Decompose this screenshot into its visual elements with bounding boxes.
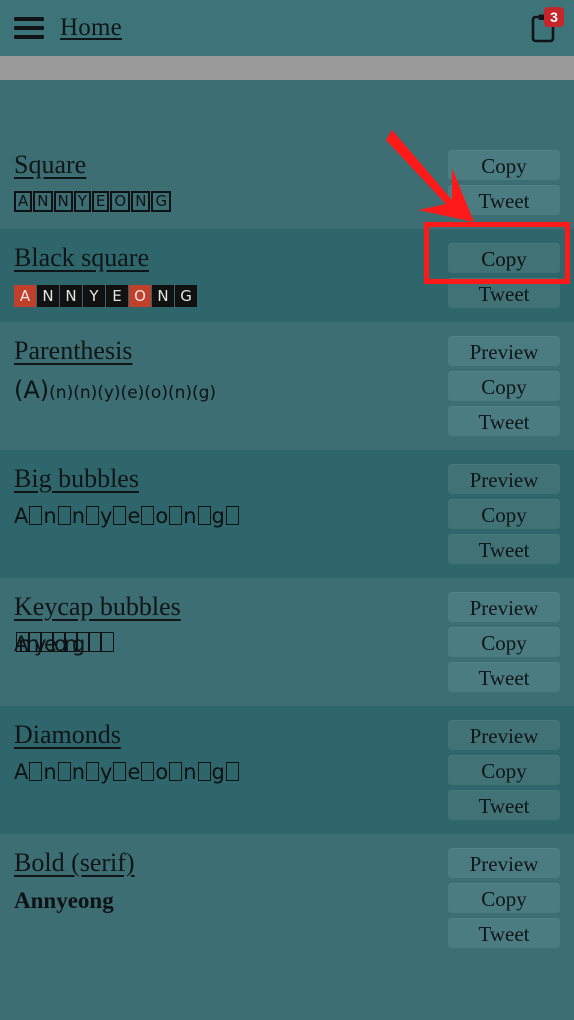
row-title[interactable]: Keycap bubbles xyxy=(14,592,181,621)
copy-button[interactable]: Copy xyxy=(448,755,560,785)
square-letter: N xyxy=(131,191,151,213)
clipboard-button[interactable]: 3 xyxy=(516,7,564,45)
row-preview-black-square: ANNYEONG xyxy=(14,282,448,307)
tweet-button[interactable]: Tweet xyxy=(448,406,560,436)
row-title[interactable]: Square xyxy=(14,150,86,179)
black-square-letter: G xyxy=(175,284,197,307)
missing-glyph-box xyxy=(141,762,155,782)
row-title[interactable]: Bold (serif) xyxy=(14,848,135,877)
tweet-button[interactable]: Tweet xyxy=(448,534,560,564)
square-letter: O xyxy=(110,191,131,213)
square-letter: N xyxy=(33,191,53,213)
row-title[interactable]: Parenthesis xyxy=(14,336,132,365)
copy-button[interactable]: Copy xyxy=(448,627,560,657)
square-letter: N xyxy=(53,191,73,213)
app-bar: Home 3 xyxy=(0,0,574,56)
list-row-black-square: Black square ANNYEONG Copy Tweet xyxy=(0,229,574,322)
tweet-button[interactable]: Tweet xyxy=(448,185,560,215)
preview-button[interactable]: Preview xyxy=(448,592,560,622)
row-actions: Preview Copy Tweet xyxy=(448,718,560,820)
row-preview-parenthesis: (A)(n)(n)(y)(e)(o)(n)(g) xyxy=(14,375,448,405)
missing-glyph-box xyxy=(100,632,114,653)
black-square-letter: E xyxy=(106,284,128,307)
copy-button[interactable]: Copy xyxy=(448,883,560,913)
row-preview-bold-serif: Annyeong xyxy=(14,888,114,914)
row-content: Bold (serif) Annyeong xyxy=(8,846,448,916)
row-title[interactable]: Black square xyxy=(14,243,149,272)
list-row-diamonds: Diamonds Annyeong Preview Copy Tweet xyxy=(0,706,574,834)
hamburger-bar xyxy=(14,17,44,21)
row-actions: Copy Tweet xyxy=(448,148,560,215)
black-square-letter: N xyxy=(37,284,59,307)
missing-glyph-box xyxy=(169,506,183,526)
missing-glyph-box xyxy=(169,762,183,782)
black-square-letter: N xyxy=(60,284,82,307)
font-style-list: Square ANNYEONG Copy Tweet Black square … xyxy=(0,56,574,962)
missing-glyph-box xyxy=(57,762,71,782)
row-actions: Preview Copy Tweet xyxy=(448,334,560,436)
preview-button[interactable]: Preview xyxy=(448,464,560,494)
list-row-square: Square ANNYEONG Copy Tweet xyxy=(0,136,574,229)
row-content: Diamonds Annyeong xyxy=(8,718,448,785)
clipboard-badge: 3 xyxy=(544,7,564,27)
missing-glyph-box xyxy=(86,506,99,526)
row-preview-diamonds: Annyeong xyxy=(14,759,448,785)
copy-button[interactable]: Copy xyxy=(448,150,560,180)
hamburger-bar xyxy=(14,35,44,39)
row-title[interactable]: Diamonds xyxy=(14,720,121,749)
row-title[interactable]: Big bubbles xyxy=(14,464,139,493)
missing-glyph-box xyxy=(225,506,239,526)
copy-button[interactable]: Copy xyxy=(448,371,560,401)
row-actions: Preview Copy Tweet xyxy=(448,846,560,948)
missing-glyph-box xyxy=(225,762,239,782)
row-preview-big-bubbles: Annyeong xyxy=(14,503,448,529)
row-content: Square ANNYEONG xyxy=(8,148,448,213)
missing-glyph-box xyxy=(197,506,211,526)
list-row-keycap-bubbles: Keycap bubbles A n n y e o n g Preview C… xyxy=(0,578,574,706)
missing-glyph-box xyxy=(57,506,71,526)
missing-glyph-box xyxy=(86,762,99,782)
black-square-letter: O xyxy=(129,284,151,307)
row-actions: Preview Copy Tweet xyxy=(448,590,560,692)
hamburger-bar xyxy=(14,26,44,30)
row-content: Parenthesis (A)(n)(n)(y)(e)(o)(n)(g) xyxy=(8,334,448,405)
tweet-button[interactable]: Tweet xyxy=(448,790,560,820)
copy-button[interactable]: Copy xyxy=(448,499,560,529)
missing-glyph-box xyxy=(141,506,155,526)
tweet-button[interactable]: Tweet xyxy=(448,278,560,308)
row-content: Keycap bubbles A n n y e o n g xyxy=(8,590,448,657)
missing-glyph-box xyxy=(113,762,127,782)
black-square-letter: Y xyxy=(83,284,105,307)
copy-button-black-square[interactable]: Copy xyxy=(448,243,560,273)
missing-glyph-box xyxy=(197,762,211,782)
missing-glyph-box xyxy=(113,506,127,526)
tweet-button[interactable]: Tweet xyxy=(448,662,560,692)
tweet-button[interactable]: Tweet xyxy=(448,918,560,948)
list-row-bold-serif: Bold (serif) Annyeong Preview Copy Tweet xyxy=(0,834,574,962)
missing-glyph-box xyxy=(29,762,43,782)
square-letter: Y xyxy=(73,191,91,213)
row-actions: Copy Tweet xyxy=(448,241,560,308)
row-actions: Preview Copy Tweet xyxy=(448,462,560,564)
paren-rest: (n)(n)(y)(e)(o)(n)(g) xyxy=(49,383,217,404)
square-letter: G xyxy=(151,191,172,213)
black-square-letter: A xyxy=(14,284,36,307)
missing-glyph-box xyxy=(29,506,43,526)
preview-button[interactable]: Preview xyxy=(448,720,560,750)
hamburger-menu-icon[interactable] xyxy=(14,17,44,39)
preview-button[interactable]: Preview xyxy=(448,336,560,366)
list-row-big-bubbles: Big bubbles Annyeong Preview Copy Tweet xyxy=(0,450,574,578)
square-letter: E xyxy=(91,191,110,213)
row-content: Big bubbles Annyeong xyxy=(8,462,448,529)
square-letter: A xyxy=(14,191,33,213)
list-row-parenthesis: Parenthesis (A)(n)(n)(y)(e)(o)(n)(g) Pre… xyxy=(0,322,574,450)
black-square-letter: N xyxy=(152,284,174,307)
row-preview-keycap-bubbles: A n n y e o n g xyxy=(14,631,448,657)
row-content: Black square ANNYEONG xyxy=(8,241,448,307)
page-title[interactable]: Home xyxy=(60,14,122,42)
paren-first-letter: (A) xyxy=(14,376,50,405)
row-preview-square: ANNYEONG xyxy=(14,189,448,213)
preview-button[interactable]: Preview xyxy=(448,848,560,878)
